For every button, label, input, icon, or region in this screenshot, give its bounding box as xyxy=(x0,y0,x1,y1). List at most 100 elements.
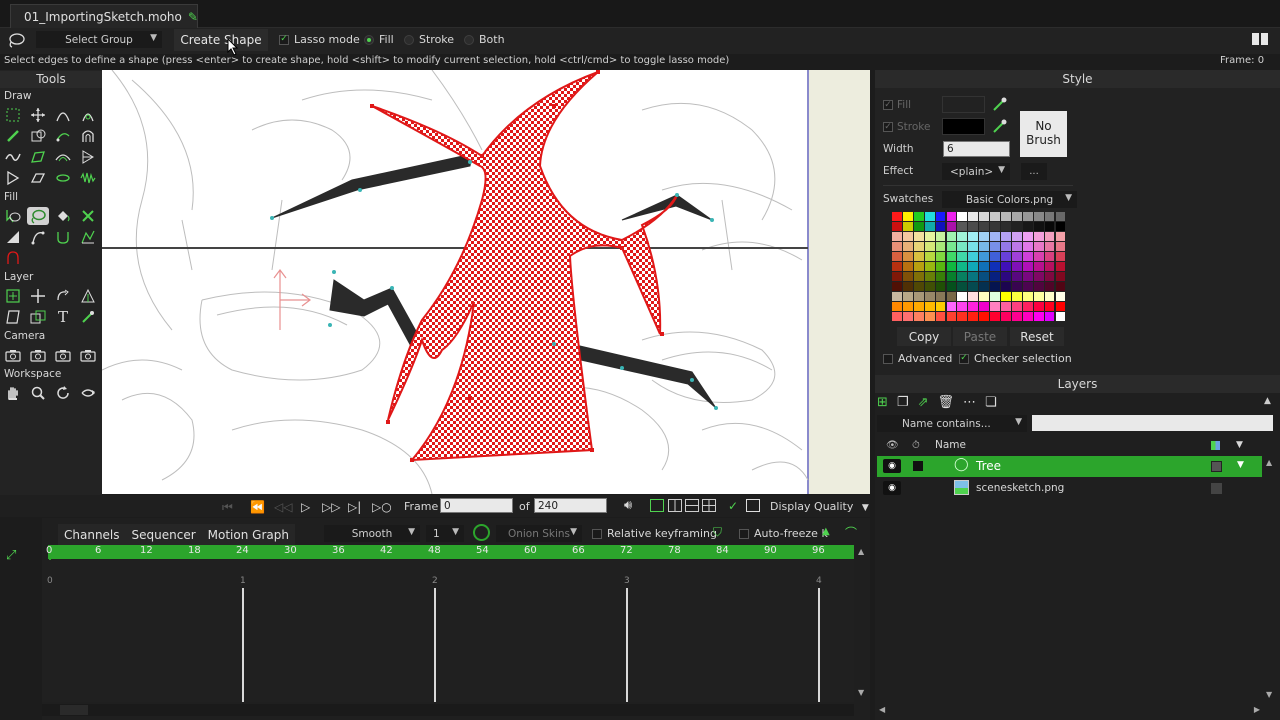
color-swatch-cell[interactable] xyxy=(924,252,935,261)
color-swatch-cell[interactable] xyxy=(1033,262,1044,271)
view-quad-icon[interactable] xyxy=(702,499,716,512)
color-swatch-cell[interactable] xyxy=(979,212,990,221)
select-group-dropdown[interactable]: Select Group ▼ xyxy=(36,31,162,48)
shear-layer-tool[interactable] xyxy=(3,308,23,326)
width-input[interactable]: 6 xyxy=(943,141,1010,157)
color-swatch-cell[interactable] xyxy=(1011,242,1022,251)
document-tab[interactable]: 01_ImportingSketch.moho ✎ xyxy=(10,4,198,28)
track-camera-tool[interactable] xyxy=(3,346,23,364)
scroll-down-icon[interactable]: ▼ xyxy=(858,688,864,697)
delete-edge-tool[interactable] xyxy=(3,169,23,187)
total-frames-input[interactable]: 240 xyxy=(534,498,607,513)
copy-button[interactable]: Copy xyxy=(897,327,951,346)
color-swatch-cell[interactable] xyxy=(902,232,913,241)
color-swatch-cell[interactable] xyxy=(1001,262,1011,271)
color-swatch-cell[interactable] xyxy=(1001,282,1011,291)
color-swatch-cell[interactable] xyxy=(1001,242,1011,251)
onion-skins-dropdown[interactable]: Onion Skins ▼ xyxy=(496,525,582,542)
color-swatch-cell[interactable] xyxy=(968,242,979,251)
hide-edge-tool[interactable] xyxy=(28,228,48,246)
zoom-camera-tool[interactable] xyxy=(28,346,48,364)
color-swatch-cell[interactable] xyxy=(1044,262,1055,271)
noise-tool[interactable] xyxy=(78,169,98,187)
color-swatch-cell[interactable] xyxy=(957,262,968,271)
color-swatch-cell[interactable] xyxy=(892,252,902,261)
color-swatch-cell[interactable] xyxy=(946,282,957,291)
arc-tool[interactable] xyxy=(3,249,23,267)
color-swatch-cell[interactable] xyxy=(913,282,924,291)
color-swatch-cell[interactable] xyxy=(902,222,913,231)
loop-icon[interactable]: ▷○ xyxy=(372,500,392,514)
color-swatch-cell[interactable] xyxy=(1055,262,1066,271)
no-brush-button[interactable]: No Brush xyxy=(1020,111,1067,157)
layers-vscrollbar[interactable] xyxy=(1264,456,1276,701)
color-swatch-cell[interactable] xyxy=(913,252,924,261)
stroke-eyedropper-icon[interactable] xyxy=(991,117,1009,138)
color-swatch-cell[interactable] xyxy=(946,212,957,221)
color-swatch-cell[interactable] xyxy=(935,312,946,321)
color-swatch-cell[interactable] xyxy=(946,272,957,281)
stroke-color-swatch[interactable] xyxy=(942,118,985,135)
color-swatch-cell[interactable] xyxy=(935,282,946,291)
scroll-up-icon[interactable]: ▲ xyxy=(858,547,864,556)
color-swatch-cell[interactable] xyxy=(1022,262,1033,271)
color-swatch-cell[interactable] xyxy=(979,302,990,311)
color-swatch-cell[interactable] xyxy=(1011,262,1022,271)
chevron-down-icon[interactable]: ▼ xyxy=(1237,460,1244,470)
flip-layer-tool[interactable] xyxy=(78,287,98,305)
color-swatch-cell[interactable] xyxy=(935,252,946,261)
color-swatch-cell[interactable] xyxy=(979,242,990,251)
color-swatch-cell[interactable] xyxy=(990,272,1000,281)
select-shape-tool[interactable] xyxy=(3,207,23,225)
checker-selection-checkbox[interactable]: ✓ Checker selection xyxy=(959,352,1072,365)
eye-icon[interactable]: ◉ xyxy=(883,481,901,495)
color-swatch-cell[interactable] xyxy=(1011,312,1022,321)
auto-freeze-checkbox[interactable]: Auto-freeze k xyxy=(739,527,828,540)
color-swatch-cell[interactable] xyxy=(1044,212,1055,221)
new-layer-icon[interactable]: ⊞ xyxy=(877,395,888,410)
color-swatch-grid[interactable] xyxy=(892,211,1069,323)
step-back-start-icon[interactable]: ⏪ xyxy=(250,500,265,514)
interp-value-dropdown[interactable]: 1 ▼ xyxy=(426,525,464,542)
color-swatch-cell[interactable] xyxy=(1022,232,1033,241)
color-swatch-cell[interactable] xyxy=(1044,302,1055,311)
color-swatch-cell[interactable] xyxy=(935,232,946,241)
color-swatch-cell[interactable] xyxy=(1011,292,1022,301)
color-swatch-cell[interactable] xyxy=(957,242,968,251)
scroll-up-icon[interactable]: ▲ xyxy=(1266,458,1272,467)
color-swatch-cell[interactable] xyxy=(1044,252,1055,261)
color-swatch-cell[interactable] xyxy=(924,282,935,291)
color-swatch-cell[interactable] xyxy=(990,312,1000,321)
color-swatch-cell[interactable] xyxy=(902,212,913,221)
color-swatch-cell[interactable] xyxy=(1011,232,1022,241)
color-swatch-cell[interactable] xyxy=(1055,252,1066,261)
orbit-workspace-tool[interactable] xyxy=(78,384,98,402)
color-swatch-cell[interactable] xyxy=(990,302,1000,311)
color-swatch-cell[interactable] xyxy=(892,282,902,291)
color-swatch-cell[interactable] xyxy=(990,212,1000,221)
bone-curve-tool[interactable] xyxy=(53,127,73,145)
rotate-layer-tool[interactable] xyxy=(53,287,73,305)
color-swatch-cell[interactable] xyxy=(924,292,935,301)
layers-hscrollbar[interactable]: ◀ ▶ xyxy=(877,705,1262,717)
checkmark-icon[interactable]: ✓ xyxy=(728,499,738,513)
color-swatch-cell[interactable] xyxy=(968,252,979,261)
color-swatch-cell[interactable] xyxy=(1022,272,1033,281)
tab-motion-graph[interactable]: Motion Graph xyxy=(202,524,295,546)
scatter-brush-tool[interactable] xyxy=(53,148,73,166)
more-options-icon[interactable]: ⋯ xyxy=(963,395,976,410)
color-swatch-cell[interactable] xyxy=(979,312,990,321)
keyframe-curve-icon[interactable]: ⌒ xyxy=(845,524,857,541)
book-icon[interactable] xyxy=(1250,31,1270,50)
effect-dropdown[interactable]: <plain> ▼ xyxy=(942,163,1010,180)
fill-radio[interactable]: Fill xyxy=(364,33,394,46)
color-swatch-cell[interactable] xyxy=(1001,222,1011,231)
layer-filter-dropdown[interactable]: Name contains... ▼ xyxy=(877,415,1027,432)
color-swatch-cell[interactable] xyxy=(1033,212,1044,221)
both-radio[interactable]: Both xyxy=(464,33,505,46)
color-swatch-cell[interactable] xyxy=(1022,312,1033,321)
color-swatch-cell[interactable] xyxy=(892,292,902,301)
scroll-down-icon[interactable]: ▼ xyxy=(1266,690,1272,699)
relative-keyframing-checkbox[interactable]: Relative keyframing xyxy=(592,527,717,540)
pan-tilt-camera-tool[interactable] xyxy=(78,346,98,364)
